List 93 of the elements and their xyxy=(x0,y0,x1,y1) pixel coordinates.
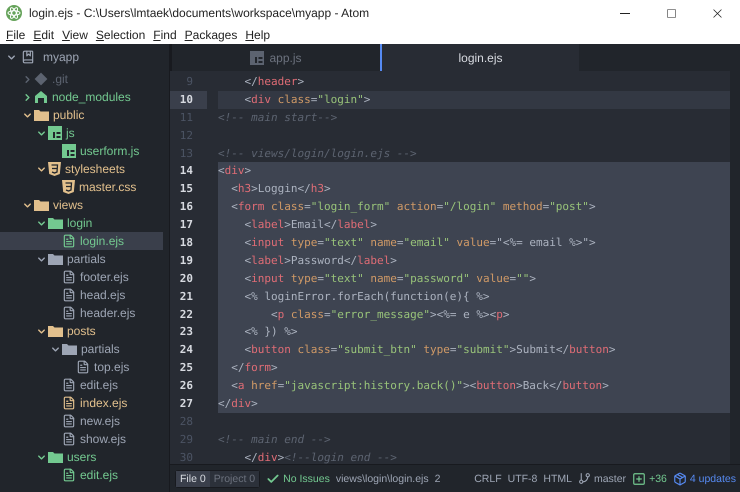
sidebar-item[interactable]: index.ejs xyxy=(0,394,163,412)
project-root-item[interactable]: myapp xyxy=(0,44,169,70)
sidebar-item[interactable]: edit.ejs xyxy=(0,466,163,484)
code-line: <!-- main end --> xyxy=(218,432,332,448)
diff-count[interactable]: +36 xyxy=(649,472,667,484)
folder-icon xyxy=(48,253,63,265)
line-number: 17 xyxy=(178,217,194,234)
menu-item[interactable]: Packages xyxy=(180,28,242,42)
document-icon xyxy=(62,432,76,446)
line-number: 27 xyxy=(178,396,194,412)
folder-icon xyxy=(62,343,77,355)
sidebar-item[interactable]: master.css xyxy=(0,178,163,196)
line-number: 22 xyxy=(178,306,194,323)
minimize-icon xyxy=(620,12,630,14)
menu-item[interactable]: View xyxy=(58,28,92,42)
window-title: login.ejs - C:\Users\lmtaek\documents\workspace\myapp - Atom xyxy=(29,6,370,20)
updates-link[interactable]: 4 updates xyxy=(690,472,736,484)
sidebar-item[interactable]: edit.ejs xyxy=(0,376,163,394)
line-number: 21 xyxy=(178,288,194,305)
book-icon xyxy=(21,50,35,64)
sidebar-item[interactable]: header.ejs xyxy=(0,304,163,322)
folder-icon xyxy=(34,109,49,121)
line-number: 20 xyxy=(178,270,194,287)
line-number: 14 xyxy=(178,163,194,180)
shield-icon xyxy=(62,180,75,194)
folder-icon xyxy=(34,199,49,211)
sidebar-item[interactable]: new.ejs xyxy=(0,412,163,430)
menu-item[interactable]: Selection xyxy=(92,28,150,42)
line-number: 10 xyxy=(170,90,207,109)
folder-icon xyxy=(48,217,63,229)
line-number: 23 xyxy=(178,324,194,340)
plus-square-icon xyxy=(632,472,646,486)
code-line: <!-- views/login/login.ejs --> xyxy=(218,146,418,162)
folder-item[interactable]: posts xyxy=(0,322,163,340)
document-icon xyxy=(76,360,90,374)
script-file-icon xyxy=(250,50,264,64)
file-path[interactable]: views\login\login.ejs xyxy=(336,472,429,484)
folder-item[interactable]: public xyxy=(0,106,163,124)
selection-count[interactable]: 2 xyxy=(434,472,440,484)
folder-item[interactable]: partials xyxy=(0,340,163,358)
document-icon xyxy=(62,270,76,284)
editor-tab[interactable]: login.ejs xyxy=(380,44,579,71)
folder-item[interactable]: partials xyxy=(0,250,163,268)
branch-icon xyxy=(578,472,591,485)
line-number: 25 xyxy=(178,360,194,376)
line-ending[interactable]: CRLF xyxy=(474,472,502,484)
atom-logo-icon xyxy=(6,5,22,21)
folder-item[interactable]: users xyxy=(0,448,163,466)
folder-item[interactable]: views xyxy=(0,196,163,214)
document-icon xyxy=(62,234,76,248)
shield-icon xyxy=(48,162,61,176)
line-number: 16 xyxy=(178,199,194,216)
sidebar-item[interactable]: footer.ejs xyxy=(0,268,163,286)
menu-item[interactable]: File xyxy=(2,28,30,42)
script-file-icon xyxy=(48,126,62,140)
maximize-icon xyxy=(666,8,676,18)
document-icon xyxy=(62,378,76,392)
folder-icon xyxy=(48,451,63,463)
folder-item[interactable]: node_modules xyxy=(0,88,163,106)
line-number: 19 xyxy=(178,252,194,269)
sidebar-item[interactable]: login.ejs xyxy=(0,232,163,250)
grammar[interactable]: HTML xyxy=(543,472,572,484)
document-icon xyxy=(62,306,76,320)
folder-item[interactable]: js xyxy=(0,124,163,142)
sidebar-item[interactable]: userform.js xyxy=(0,142,163,160)
menu-item[interactable]: Find xyxy=(149,28,181,42)
sidebar-item[interactable]: show.ejs xyxy=(0,430,163,448)
document-icon xyxy=(62,468,76,482)
line-number: 18 xyxy=(178,235,194,252)
code-line: </div><!--login end --> xyxy=(243,450,398,464)
panel-tab[interactable]: File 0 xyxy=(176,470,210,486)
folder-icon xyxy=(48,325,63,337)
check-icon xyxy=(266,472,280,486)
branch-name[interactable]: master xyxy=(594,472,626,484)
menu-item[interactable]: Edit xyxy=(29,28,58,42)
code-line: <!-- main start--> xyxy=(218,110,338,126)
document-icon xyxy=(62,288,76,302)
folder-item[interactable]: stylesheets xyxy=(0,160,163,178)
document-icon xyxy=(62,414,76,428)
line-number: 15 xyxy=(178,181,194,198)
sidebar-item[interactable]: top.ejs xyxy=(0,358,163,376)
line-number: 24 xyxy=(178,342,194,358)
folder-item[interactable]: login xyxy=(0,214,163,232)
code-line: </header> xyxy=(243,74,306,90)
linter-status[interactable]: No Issues xyxy=(283,472,330,484)
menu-item[interactable]: Help xyxy=(241,28,274,42)
sidebar-item[interactable]: head.ejs xyxy=(0,286,163,304)
arch-icon xyxy=(34,90,48,104)
script-file-icon xyxy=(62,144,76,158)
encoding[interactable]: UTF-8 xyxy=(508,472,538,484)
package-icon xyxy=(672,472,687,486)
line-number: 26 xyxy=(178,378,194,394)
document-icon xyxy=(62,396,76,410)
